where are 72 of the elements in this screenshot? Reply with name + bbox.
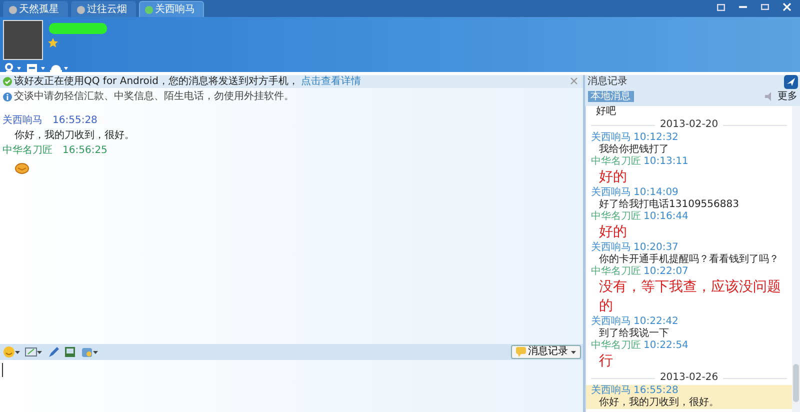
- date-divider: 2013-02-26: [660, 371, 718, 385]
- sender-name: 关西响马: [591, 316, 631, 328]
- scrollbar[interactable]: [792, 106, 800, 412]
- minimize-icon: [738, 6, 746, 8]
- bird-icon: [784, 74, 798, 88]
- folder-icon[interactable]: [26, 62, 38, 74]
- sender-name: 中华名刀匠: [591, 340, 641, 352]
- notice-text: 该好友正在使用QQ for Android，您的消息将发送到对方手机，: [14, 74, 299, 88]
- skin-icon: [716, 4, 724, 10]
- history-button[interactable]: 消息记录: [510, 345, 580, 359]
- message-text: 没有，等下我查，应该没问题的: [598, 278, 782, 316]
- sender-name: 关西响马: [591, 132, 631, 144]
- message-time: 10:22:07: [644, 266, 688, 278]
- details-link[interactable]: 点击查看详情: [301, 74, 362, 88]
- local-messages-tab[interactable]: 本地消息: [588, 90, 634, 102]
- message-text: 你好，我的刀收到，很好。: [14, 128, 136, 143]
- webcam-icon[interactable]: [2, 62, 14, 74]
- dropdown-caret-icon[interactable]: [64, 66, 68, 70]
- message-text: 好的: [598, 223, 628, 242]
- sender-name: 中华名刀匠: [2, 144, 52, 158]
- panel-title: 消息记录: [588, 74, 628, 88]
- message-text: 你好，我的刀收到，很好。: [598, 397, 720, 409]
- pen-icon[interactable]: [46, 346, 58, 358]
- screenshot-icon[interactable]: [24, 346, 36, 358]
- message-time: 10:16:44: [644, 211, 688, 223]
- message-text: 我给你把钱打了: [598, 144, 670, 156]
- message-time: 10:14:09: [634, 187, 678, 198]
- dropdown-caret-icon[interactable]: [17, 66, 21, 70]
- dropdown-caret-icon[interactable]: [14, 350, 20, 354]
- sender-name: 关西响马: [591, 385, 631, 396]
- message-time: 10:20:37: [634, 242, 678, 254]
- more-button[interactable]: 更多: [765, 88, 798, 104]
- restore-icon: [760, 4, 768, 10]
- check-icon: [2, 76, 12, 86]
- avatar-image: [2, 20, 42, 60]
- message-text: 好了给我打电话13109556883: [598, 199, 740, 210]
- message-time: 10:22:42: [634, 316, 678, 328]
- chat-bubble-icon: [516, 347, 526, 357]
- contact-tab[interactable]: 关西响马: [138, 1, 204, 17]
- info-icon: [2, 92, 12, 102]
- sender-name: 中华名刀匠: [591, 266, 641, 278]
- message-time: 10:22:54: [644, 340, 688, 352]
- contact-tab[interactable]: 过往云烟: [70, 1, 136, 17]
- sender-name: 中华名刀匠: [591, 156, 641, 168]
- picture-icon[interactable]: [64, 346, 76, 358]
- dropdown-caret-icon: [570, 350, 576, 354]
- message-time: 10:12:32: [634, 132, 678, 144]
- message-time: 16:56:25: [62, 144, 108, 158]
- safety-warning: 交谈中请勿轻信汇款、中奖信息、陌生电话，勿使用外挂软件。: [14, 90, 294, 104]
- sender-name: 中华名刀匠: [591, 211, 641, 223]
- message-text: 你的卡开通手机提醒吗？看看钱到了吗？: [598, 254, 780, 266]
- message-time: 16:55:28: [634, 385, 678, 396]
- sender-name: 关西响马: [591, 242, 631, 254]
- close-icon: [782, 3, 790, 11]
- star-icon: [48, 38, 58, 48]
- message-text: 到了给我说一下: [598, 328, 670, 340]
- text-cursor: [2, 363, 3, 377]
- message-time: 16:55:28: [52, 114, 98, 128]
- contact-tab[interactable]: 天然孤星: [2, 1, 68, 17]
- scrollbar-thumb[interactable]: [793, 364, 799, 402]
- message-text: 行: [598, 352, 614, 371]
- close-icon[interactable]: [570, 76, 578, 85]
- sender-name: 关西响马: [591, 187, 631, 198]
- dropdown-caret-icon[interactable]: [92, 350, 98, 354]
- message-text: 好的: [598, 168, 628, 186]
- dropdown-caret-icon[interactable]: [36, 350, 42, 354]
- history-text: 好吧: [595, 106, 617, 118]
- smiley-icon[interactable]: [2, 346, 14, 358]
- dropdown-caret-icon[interactable]: [40, 66, 44, 70]
- date-divider: 2013-02-20: [660, 118, 718, 132]
- sender-name: 关西响马: [2, 114, 42, 128]
- message-time: 10:13:11: [644, 156, 688, 168]
